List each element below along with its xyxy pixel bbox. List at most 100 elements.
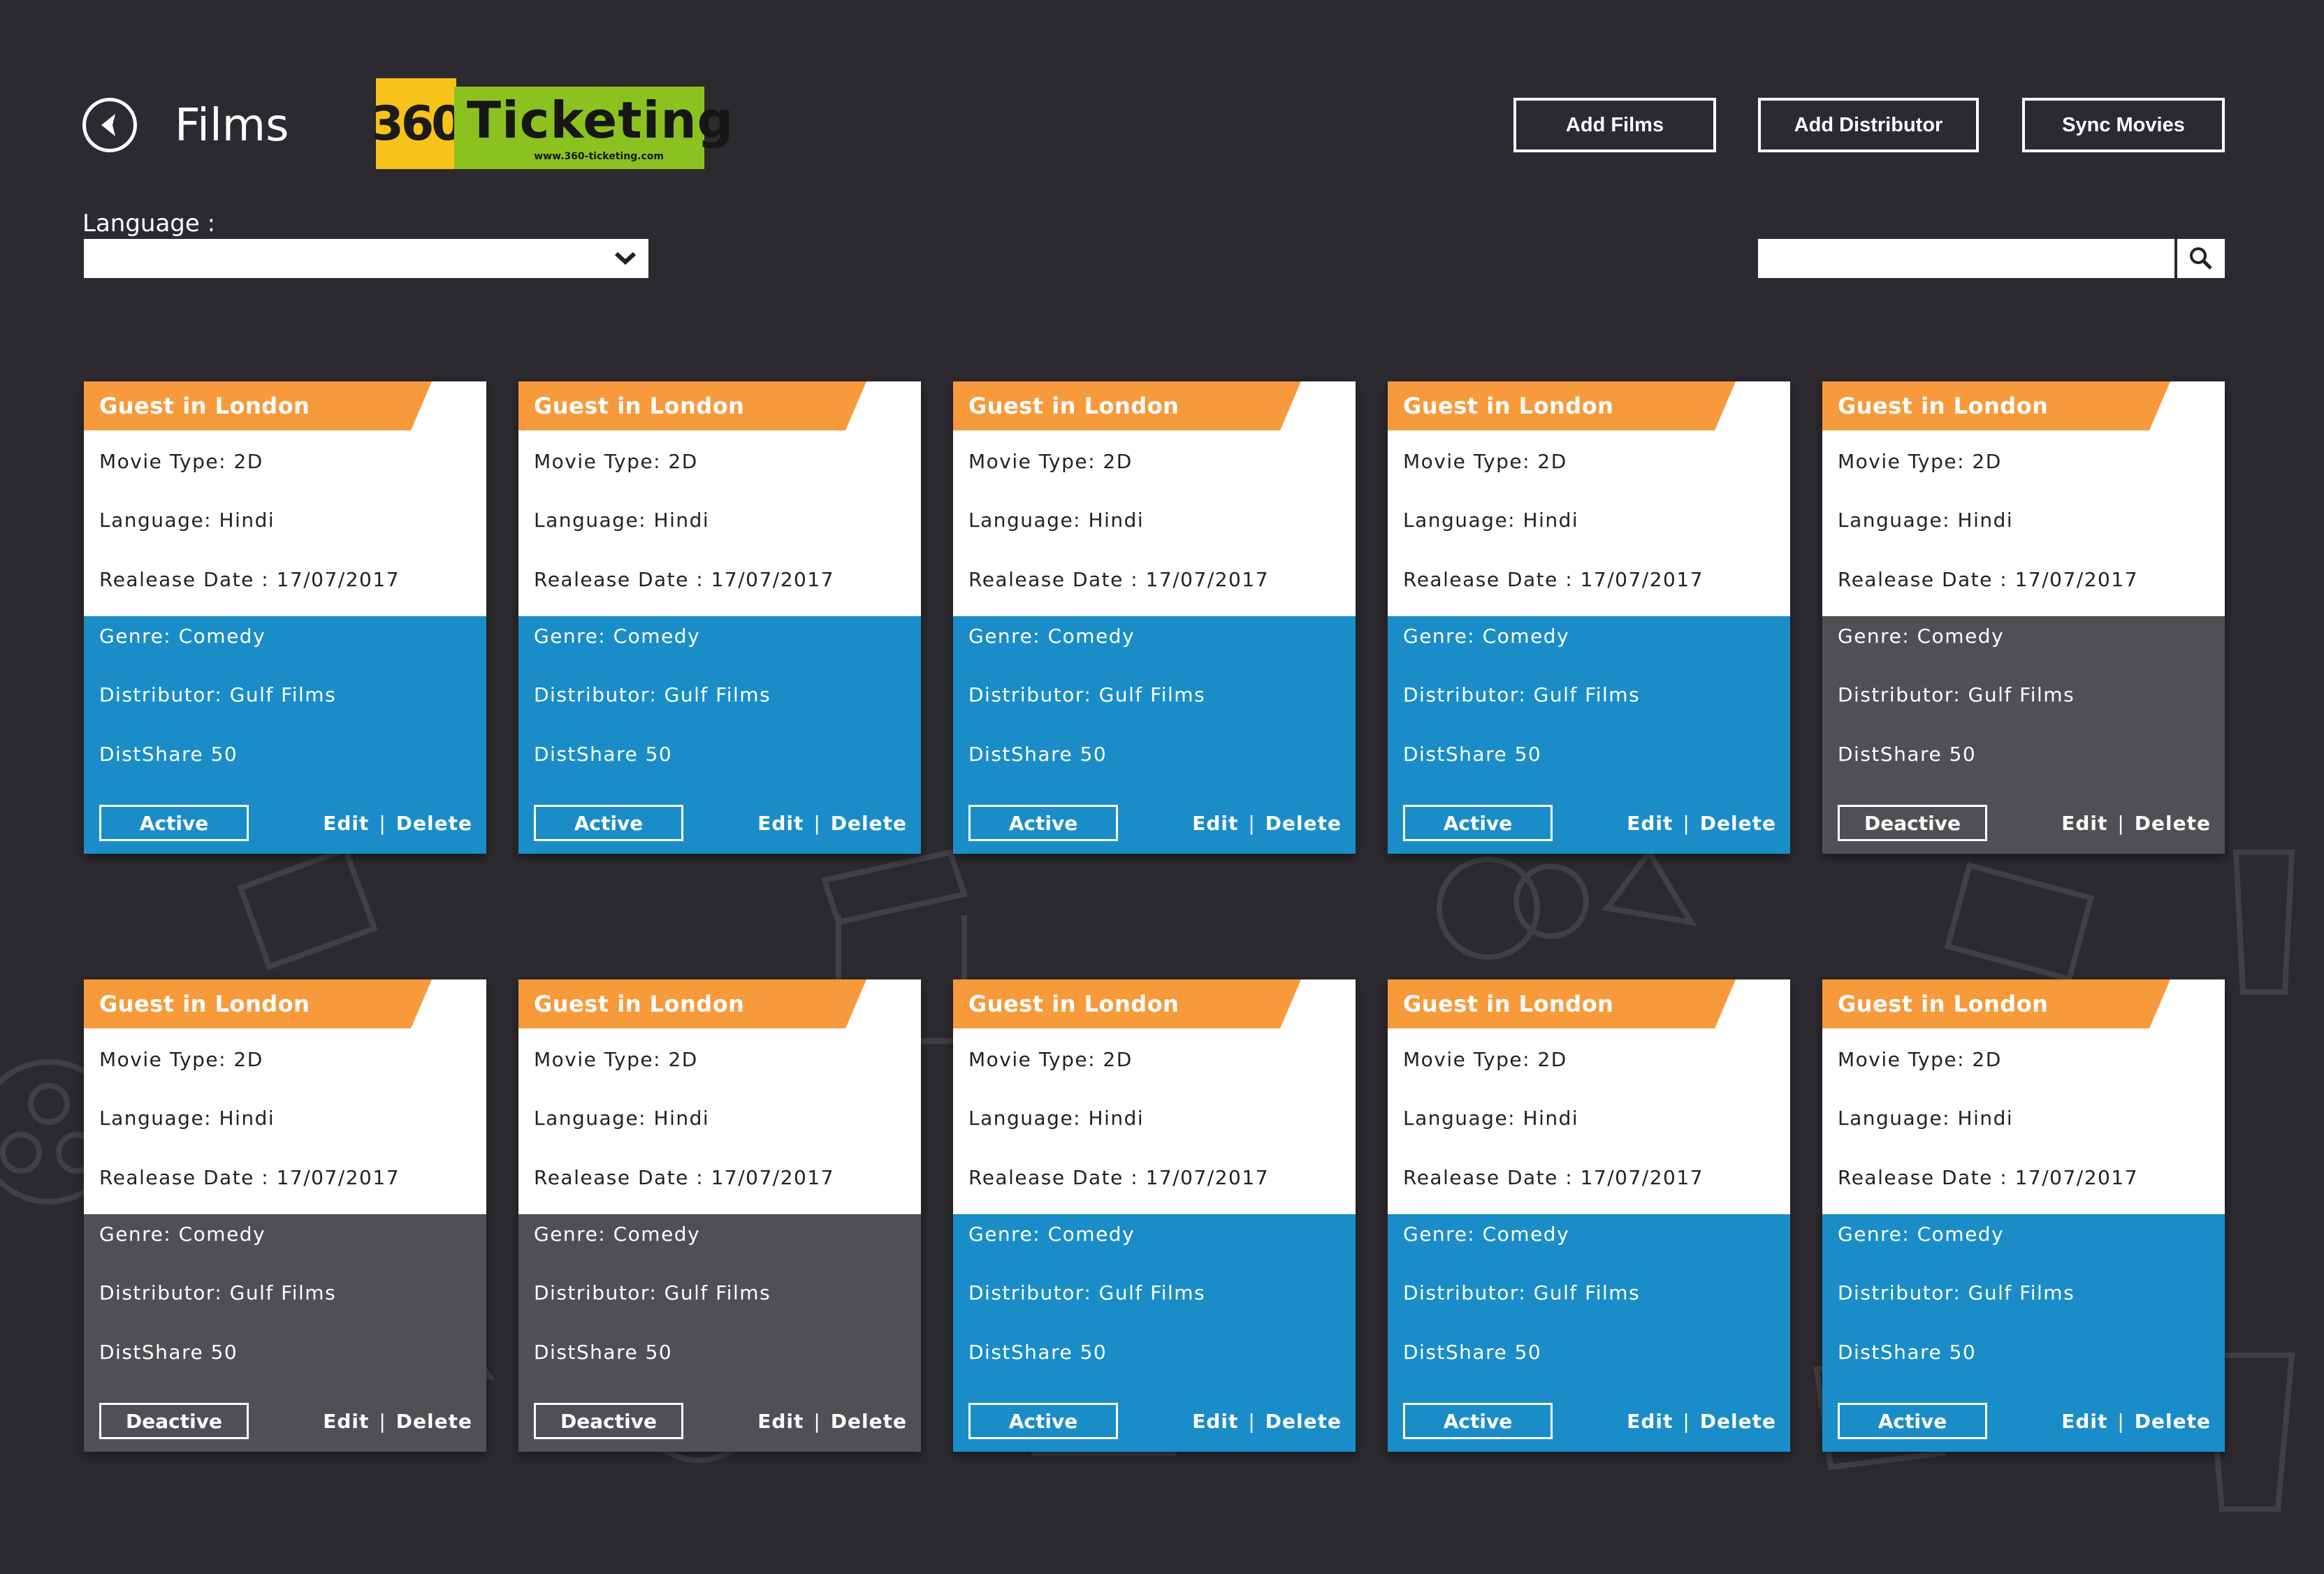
action-separator: | (1248, 1409, 1256, 1433)
action-separator: | (1683, 811, 1690, 835)
edit-link[interactable]: Edit (757, 1410, 804, 1433)
card-details-panel: Genre: Comedy Distributor: Gulf Films Dist… (1388, 616, 1790, 854)
film-card: Guest in London Movie Type: 2D Language: H… (1388, 979, 1790, 1452)
genre-info: Genre: Comedy (1403, 1223, 1570, 1246)
film-card: Guest in London Movie Type: 2D Language: H… (1822, 381, 2225, 854)
movie-type: Movie Type: 2D (968, 450, 1133, 473)
search-input[interactable] (1758, 239, 2174, 278)
genre-info: Genre: Comedy (99, 1223, 266, 1246)
card-actions: Edit | Delete (757, 1403, 907, 1439)
distributor-info: Distributor: Gulf Films (534, 1281, 771, 1304)
distributor-info: Distributor: Gulf Films (968, 1281, 1206, 1304)
delete-link[interactable]: Delete (1700, 1410, 1776, 1433)
edit-link[interactable]: Edit (757, 812, 804, 835)
distshare-info: DistShare 50 (1403, 1341, 1542, 1364)
edit-link[interactable]: Edit (2061, 1410, 2107, 1433)
film-title: Guest in London (1388, 979, 1736, 1028)
edit-link[interactable]: Edit (1627, 812, 1673, 835)
active-status-button[interactable]: Active (1838, 1403, 1987, 1439)
action-separator: | (1248, 811, 1256, 835)
language-info: Language: Hindi (1838, 509, 2014, 532)
card-details-panel: Genre: Comedy Distributor: Gulf Films Dist… (953, 1214, 1356, 1452)
delete-link[interactable]: Delete (2135, 1410, 2211, 1433)
active-status-button[interactable]: Active (968, 1403, 1118, 1439)
card-details-panel: Genre: Comedy Distributor: Gulf Films Dist… (518, 616, 921, 854)
film-card: Guest in London Movie Type: 2D Language: H… (84, 381, 486, 854)
distshare-info: DistShare 50 (1403, 743, 1542, 766)
language-info: Language: Hindi (1403, 509, 1579, 532)
card-details-panel: Genre: Comedy Distributor: Gulf Films Dist… (518, 1214, 921, 1452)
active-status-button[interactable]: Active (968, 805, 1118, 841)
delete-link[interactable]: Delete (2135, 812, 2211, 835)
chevron-down-icon (614, 252, 637, 265)
edit-link[interactable]: Edit (1192, 1410, 1238, 1433)
page-title: Films (175, 100, 289, 152)
edit-link[interactable]: Edit (323, 1410, 369, 1433)
release-date: Realease Date : 17/07/2017 (534, 1166, 835, 1189)
distributor-info: Distributor: Gulf Films (534, 683, 771, 706)
logo-url: www.360-ticketing.com (534, 151, 664, 162)
active-status-button[interactable]: Active (534, 805, 683, 841)
film-title: Guest in London (1388, 381, 1736, 430)
film-card: Guest in London Movie Type: 2D Language: H… (953, 381, 1356, 854)
film-title: Guest in London (953, 979, 1301, 1028)
distributor-info: Distributor: Gulf Films (1838, 683, 2075, 706)
card-details-panel: Genre: Comedy Distributor: Gulf Films Dist… (953, 616, 1356, 854)
distributor-info: Distributor: Gulf Films (1403, 1281, 1641, 1304)
search-button[interactable] (2177, 239, 2225, 278)
edit-link[interactable]: Edit (323, 812, 369, 835)
release-date: Realease Date : 17/07/2017 (99, 1166, 400, 1189)
distributor-info: Distributor: Gulf Films (99, 1281, 337, 1304)
card-actions: Edit | Delete (2061, 1403, 2211, 1439)
distshare-info: DistShare 50 (99, 743, 238, 766)
genre-info: Genre: Comedy (99, 625, 266, 648)
film-card: Guest in London Movie Type: 2D Language: H… (84, 979, 486, 1452)
action-separator: | (813, 1409, 821, 1433)
deactive-status-button[interactable]: Deactive (534, 1403, 683, 1439)
film-card: Guest in London Movie Type: 2D Language: H… (518, 381, 921, 854)
card-details-panel: Genre: Comedy Distributor: Gulf Films Dist… (84, 1214, 486, 1452)
card-actions: Edit | Delete (323, 1403, 472, 1439)
release-date: Realease Date : 17/07/2017 (99, 568, 400, 591)
action-separator: | (1683, 1409, 1690, 1433)
deactive-status-button[interactable]: Deactive (99, 1403, 249, 1439)
card-details-panel: Genre: Comedy Distributor: Gulf Films Dist… (84, 616, 486, 854)
genre-info: Genre: Comedy (1838, 1223, 2005, 1246)
language-info: Language: Hindi (534, 509, 710, 532)
delete-link[interactable]: Delete (396, 1410, 472, 1433)
film-title: Guest in London (518, 979, 866, 1028)
delete-link[interactable]: Delete (831, 812, 907, 835)
genre-info: Genre: Comedy (1403, 625, 1570, 648)
movie-type: Movie Type: 2D (968, 1048, 1133, 1071)
language-info: Language: Hindi (1403, 1107, 1579, 1130)
delete-link[interactable]: Delete (1265, 1410, 1342, 1433)
active-status-button[interactable]: Active (99, 805, 249, 841)
language-info: Language: Hindi (99, 509, 275, 532)
card-details-panel: Genre: Comedy Distributor: Gulf Films Dist… (1822, 1214, 2225, 1452)
language-info: Language: Hindi (968, 1107, 1145, 1130)
film-card: Guest in London Movie Type: 2D Language: H… (1822, 979, 2225, 1452)
release-date: Realease Date : 17/07/2017 (1403, 1166, 1704, 1189)
genre-info: Genre: Comedy (534, 625, 701, 648)
delete-link[interactable]: Delete (1700, 812, 1776, 835)
add-films-button[interactable]: Add Films (1513, 98, 1716, 152)
language-select[interactable] (84, 239, 648, 278)
distshare-info: DistShare 50 (534, 743, 673, 766)
delete-link[interactable]: Delete (1265, 812, 1342, 835)
logo-wordmark: Ticketing www.360-ticketing.com (454, 87, 733, 169)
deactive-status-button[interactable]: Deactive (1838, 805, 1987, 841)
edit-link[interactable]: Edit (1192, 812, 1238, 835)
active-status-button[interactable]: Active (1403, 805, 1553, 841)
release-date: Realease Date : 17/07/2017 (534, 568, 835, 591)
language-info: Language: Hindi (534, 1107, 710, 1130)
add-distributor-button[interactable]: Add Distributor (1758, 98, 1979, 152)
movie-type: Movie Type: 2D (1838, 1048, 2002, 1071)
delete-link[interactable]: Delete (831, 1410, 907, 1433)
sync-movies-button[interactable]: Sync Movies (2022, 98, 2225, 152)
delete-link[interactable]: Delete (396, 812, 472, 835)
edit-link[interactable]: Edit (1627, 1410, 1673, 1433)
back-button[interactable] (82, 98, 137, 152)
film-card: Guest in London Movie Type: 2D Language: H… (1388, 381, 1790, 854)
active-status-button[interactable]: Active (1403, 1403, 1553, 1439)
edit-link[interactable]: Edit (2061, 812, 2107, 835)
